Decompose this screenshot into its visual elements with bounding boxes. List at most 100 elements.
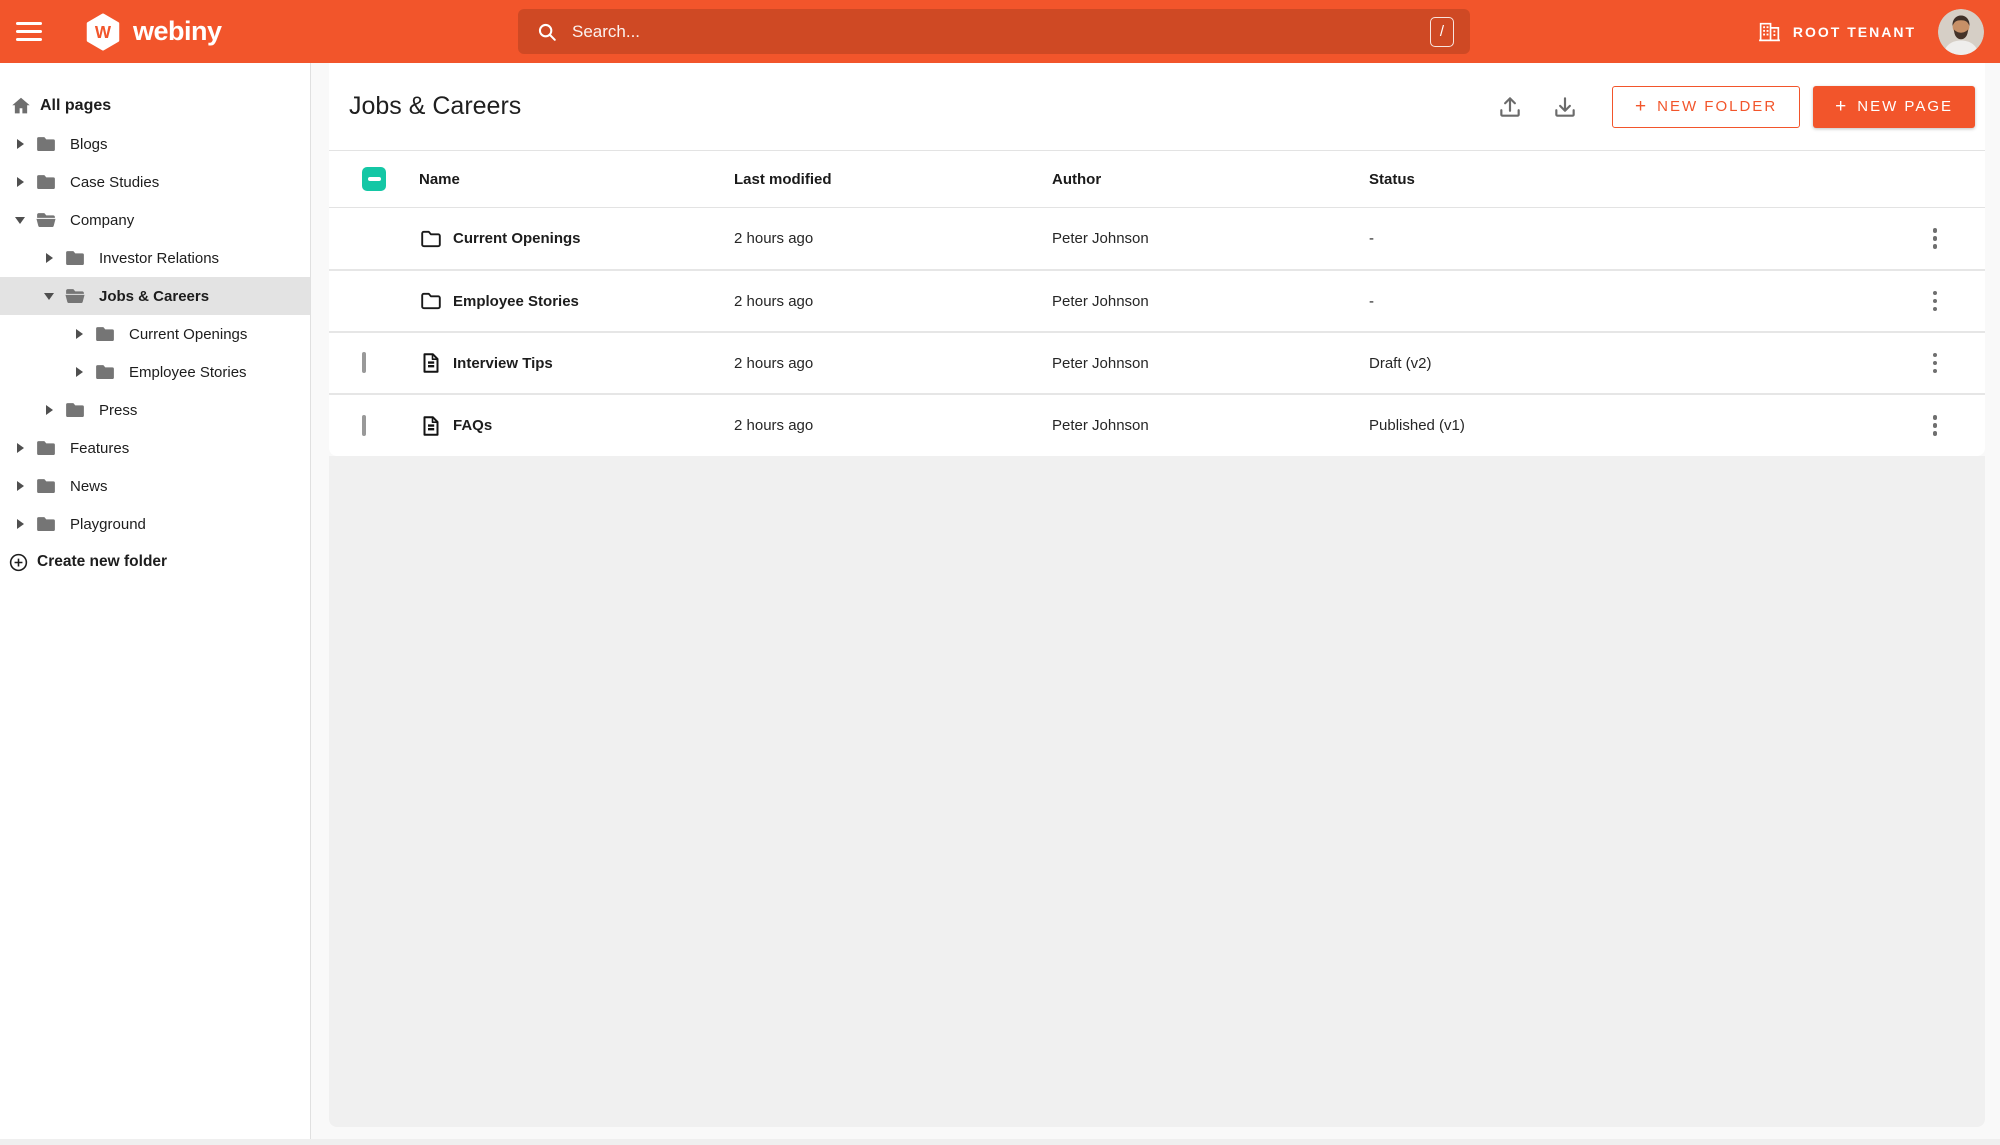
plus-icon: + [1835,95,1847,117]
sidebar-item-all-pages[interactable]: All pages [0,87,310,125]
search-input[interactable]: Search... / [518,9,1470,54]
row-last-modified: 2 hours ago [734,354,814,372]
row-author: Peter Johnson [1052,230,1149,247]
row-status: - [1369,230,1374,247]
folder-icon [35,513,57,535]
hamburger-menu-button[interactable] [0,0,58,63]
document-icon [423,353,439,373]
folder-outline-icon [421,292,441,310]
folder-icon [35,437,57,459]
column-header-name: Name [419,170,460,188]
row-name: Employee Stories [453,292,579,310]
caret-right-icon[interactable] [14,481,26,491]
search-placeholder: Search... [572,21,641,41]
sidebar-item-case-studies[interactable]: Case Studies [0,163,310,201]
checkbox-indeterminate[interactable] [362,167,386,191]
home-icon [12,97,30,114]
webiny-hexagon-icon: W [86,12,120,51]
tenant-label: ROOT TENANT [1792,23,1916,40]
column-header-last-modified: Last modified [734,170,832,188]
topbar: W webiny Search... / ROOT TENANT [0,0,2000,63]
folder-icon [35,475,57,497]
row-status: Published (v1) [1369,417,1465,434]
table-row-employee-stories[interactable]: Employee Stories 2 hours ago Peter Johns… [329,270,1985,332]
row-author: Peter Johnson [1052,354,1149,372]
row-name: Interview Tips [453,354,553,372]
webiny-logo: W webiny [84,12,222,51]
export-pages-button[interactable] [1545,87,1585,127]
search-icon [538,23,556,41]
column-header-status: Status [1369,170,1415,188]
sidebar-item-current-openings[interactable]: Current Openings [0,315,310,353]
table-header-row: Name Last modified Author Status [329,150,1985,208]
row-status: Draft (v2) [1369,354,1432,372]
sidebar-item-features[interactable]: Features [0,429,310,467]
sidebar-item-employee-stories[interactable]: Employee Stories [0,353,310,391]
row-status: - [1369,292,1374,310]
sidebar-item-jobs-careers[interactable]: Jobs & Careers [0,277,310,315]
create-new-folder-button[interactable]: Create new folder [0,543,310,581]
brand-wordmark: webiny [133,16,222,46]
folder-icon [64,399,86,421]
caret-right-icon[interactable] [14,177,26,187]
caret-down-icon[interactable] [14,216,26,224]
row-last-modified: 2 hours ago [734,292,814,310]
user-avatar[interactable] [1938,8,1984,55]
row-name: Current Openings [453,230,581,247]
page-header: Jobs & Careers + NEW FOLDER + NEW PAGE [329,63,1985,150]
table-row-interview-tips[interactable]: Interview Tips 2 hours ago Peter Johnson… [329,332,1985,394]
row-last-modified: 2 hours ago [734,417,814,434]
sidebar-item-press[interactable]: Press [0,391,310,429]
folder-icon [94,323,116,345]
caret-right-icon[interactable] [43,253,55,263]
folder-outline-icon [421,230,441,247]
row-author: Peter Johnson [1052,292,1149,310]
new-folder-button[interactable]: + NEW FOLDER [1612,85,1801,128]
tenant-building-icon [1758,22,1780,42]
main-content: Jobs & Careers + NEW FOLDER + NEW PAGE N… [311,63,2000,1145]
import-pages-button[interactable] [1490,87,1530,127]
kebab-menu-icon[interactable] [1925,283,1946,320]
caret-down-icon[interactable] [43,292,55,300]
caret-right-icon[interactable] [43,405,55,415]
table-empty-area [329,456,1985,1127]
folder-open-icon [64,285,86,307]
sidebar-item-news[interactable]: News [0,467,310,505]
folder-icon [94,361,116,383]
column-header-author: Author [1052,170,1102,188]
folder-tree-sidebar: All pages Blogs Case Studies Company Inv… [0,63,311,1145]
circle-plus-icon [9,553,28,571]
kebab-menu-icon[interactable] [1925,220,1946,257]
kebab-menu-icon[interactable] [1925,345,1946,382]
folder-icon [64,247,86,269]
plus-icon: + [1635,95,1647,117]
caret-right-icon[interactable] [14,139,26,149]
caret-right-icon[interactable] [14,443,26,453]
table-row-current-openings[interactable]: Current Openings 2 hours ago Peter Johns… [329,208,1985,270]
hamburger-icon [16,22,42,41]
sidebar-item-investor-relations[interactable]: Investor Relations [0,239,310,277]
folder-open-icon [35,209,57,231]
caret-right-icon[interactable] [14,519,26,529]
sidebar-item-company[interactable]: Company [0,201,310,239]
table-row-faqs[interactable]: FAQs 2 hours ago Peter Johnson Published… [329,394,1985,456]
header-actions: + NEW FOLDER + NEW PAGE [1490,85,1975,128]
kebab-menu-icon[interactable] [1925,407,1946,444]
checkbox-unchecked[interactable] [362,414,366,436]
caret-right-icon[interactable] [73,367,85,377]
sidebar-item-blogs[interactable]: Blogs [0,125,310,163]
table-body: Current Openings 2 hours ago Peter Johns… [329,208,1985,456]
svg-text:W: W [95,23,112,42]
sidebar-item-playground[interactable]: Playground [0,505,310,543]
caret-right-icon[interactable] [73,329,85,339]
new-page-button[interactable]: + NEW PAGE [1813,85,1975,128]
page-title: Jobs & Careers [349,92,522,120]
row-last-modified: 2 hours ago [734,230,814,247]
slash-key-hint: / [1430,16,1454,47]
horizontal-scrollbar[interactable] [0,1139,2000,1145]
row-name: FAQs [453,417,493,434]
upload-icon [1500,96,1520,117]
tenant-selector[interactable]: ROOT TENANT [1757,19,1916,44]
checkbox-unchecked[interactable] [362,352,366,373]
page-list-panel: Jobs & Careers + NEW FOLDER + NEW PAGE N… [329,63,1985,456]
